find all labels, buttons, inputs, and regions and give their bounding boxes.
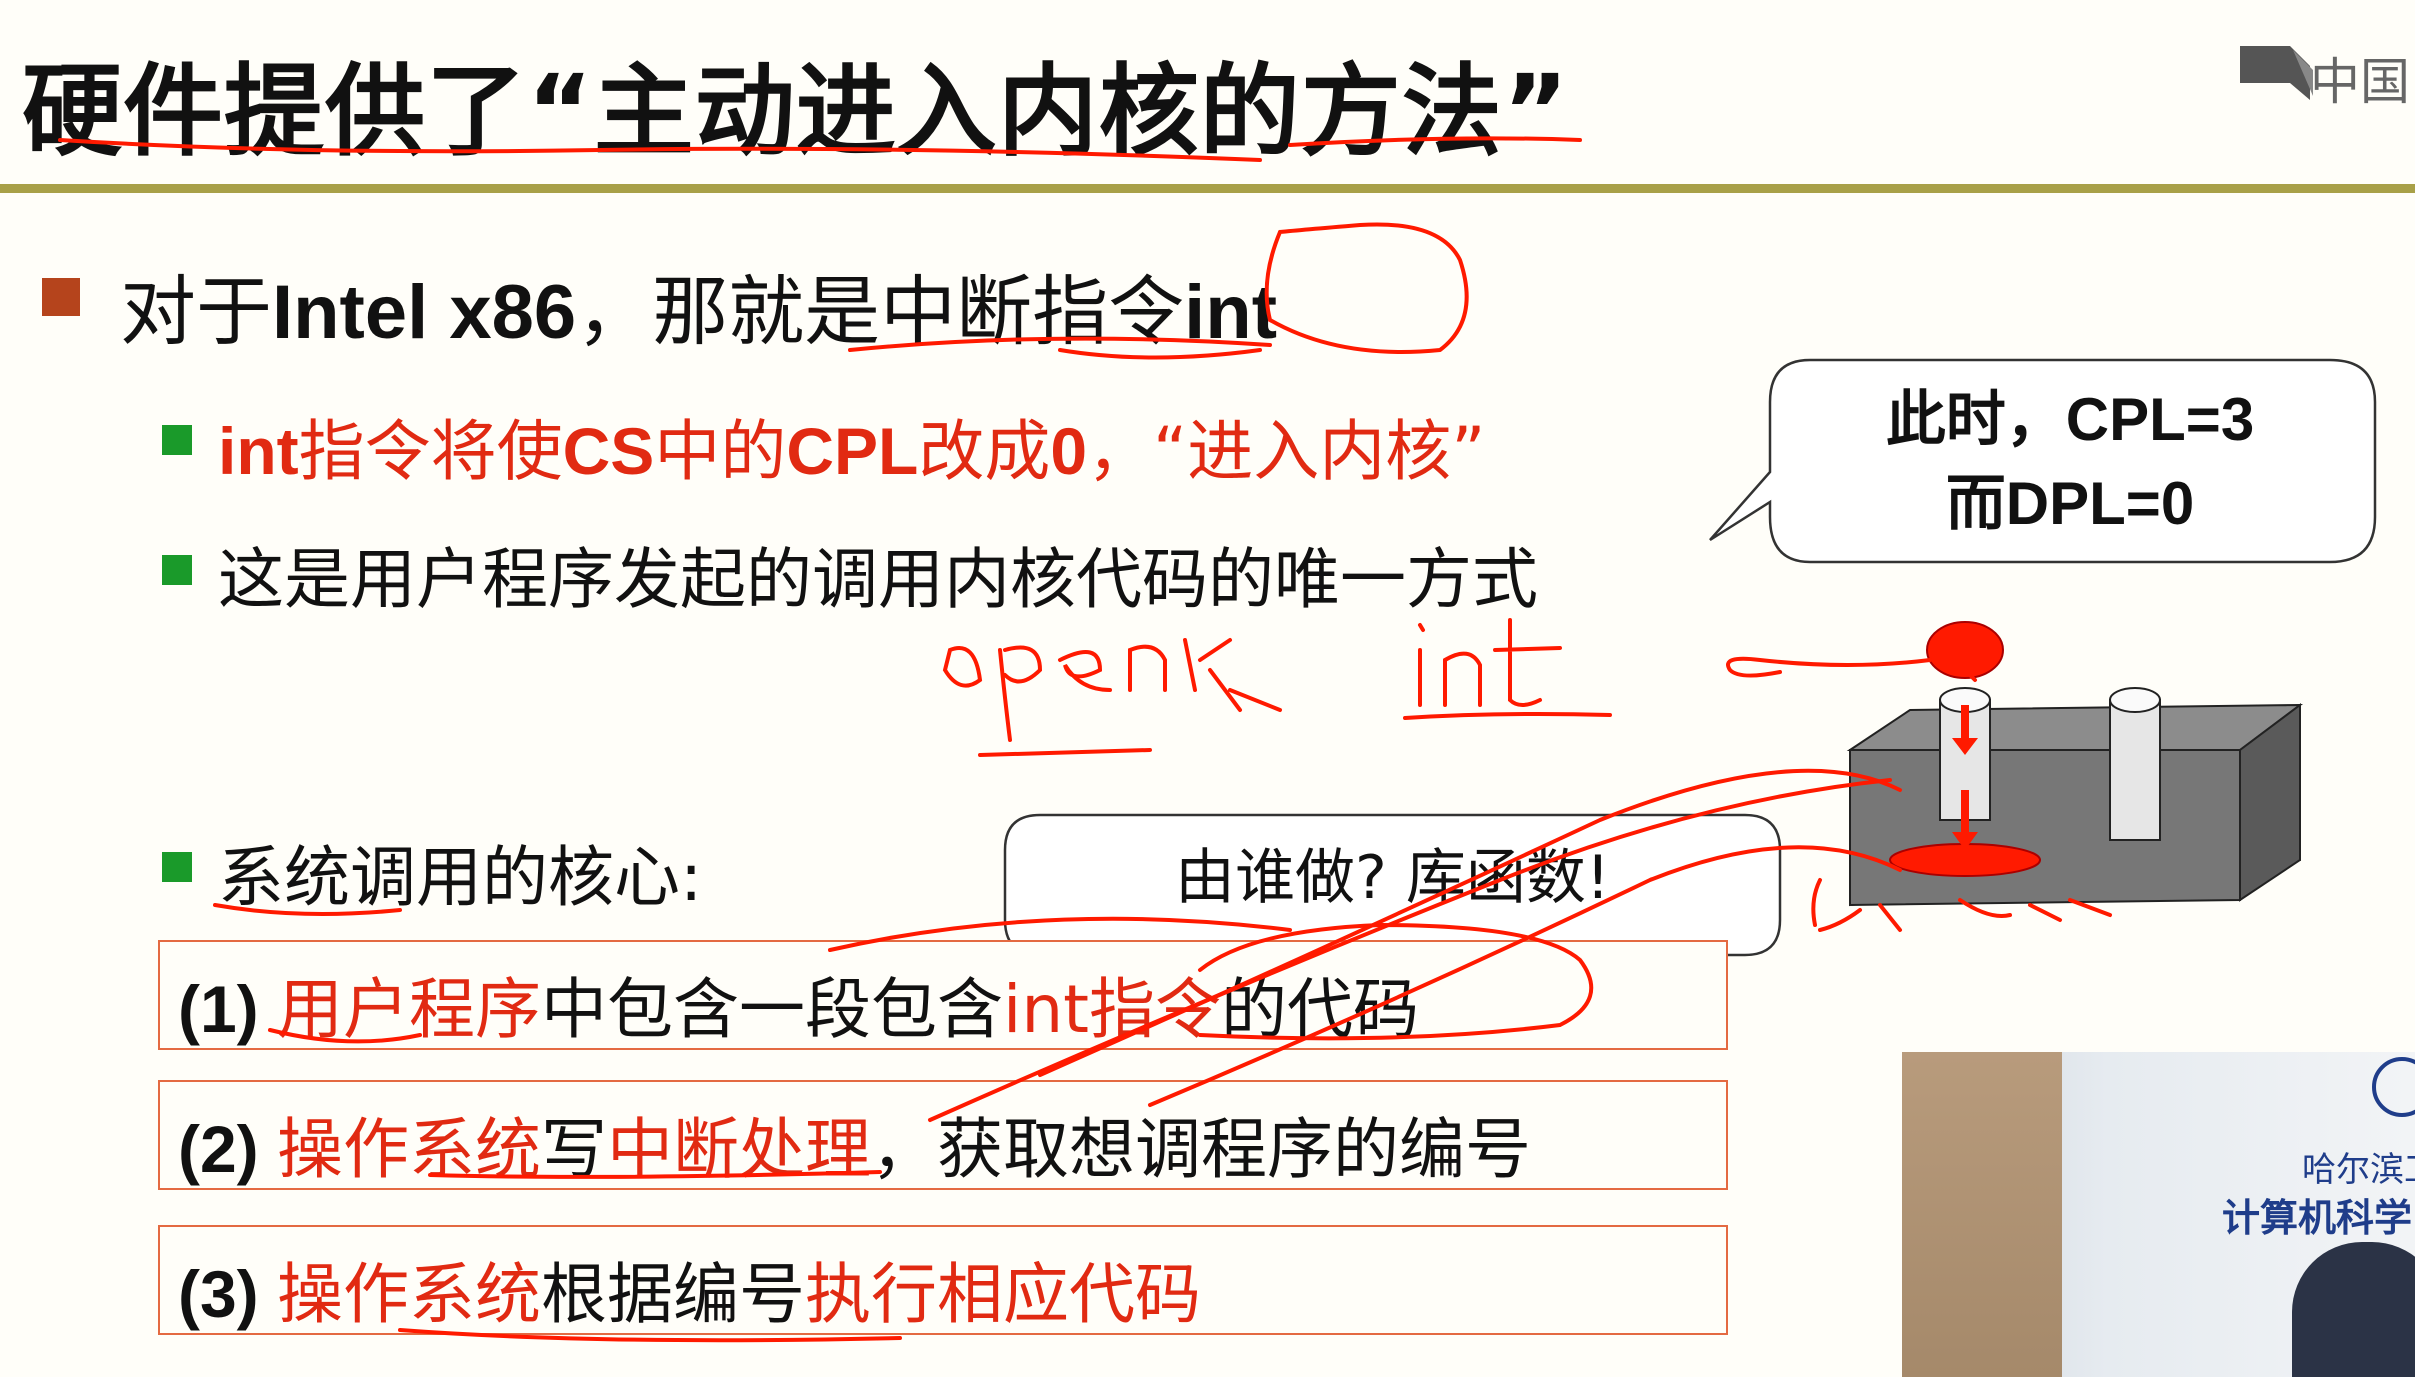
sub1-seg4: 中的	[654, 413, 787, 490]
step-2-text: (2) 操作系统写中断处理，获取想调程序的编号	[178, 1096, 1531, 1192]
bullet1-int: int	[1184, 270, 1278, 355]
sub-bullet-core: 系统调用的核心:	[218, 839, 703, 916]
video-sign-line1: 哈尔滨工	[2302, 1150, 2415, 1190]
step-red-2: 中断处理	[607, 1111, 871, 1188]
step-black-1: 中包含一段包含	[541, 971, 1003, 1048]
university-emblem-icon	[2372, 1057, 2415, 1117]
slide-title: 硬件提供了“主动进入内核的方法”	[22, 53, 1570, 170]
sub-bullet-square	[162, 555, 192, 585]
video-sign-line2: 计算机科学	[2222, 1196, 2413, 1240]
step-red-1: 操作系统	[277, 1111, 541, 1188]
sub1-seg2: 指令将使	[298, 413, 563, 490]
step-3-text: (3) 操作系统根据编号执行相应代码	[178, 1241, 1201, 1337]
privilege-block-diagram	[1846, 621, 2304, 907]
callout-library-text: 由谁做? 库函数!	[1175, 843, 1610, 913]
callout-line2: 而DPL=0	[1945, 470, 2195, 537]
sub-bullet-only-way: 这是用户程序发起的调用内核代码的唯一方式	[218, 541, 1538, 618]
sub-bullet-cpl: int指令将使CS中的CPL改成0，“进入内核”	[218, 398, 1485, 494]
sub1-seg3: CS	[562, 414, 655, 488]
title-divider	[0, 184, 2415, 193]
video-door	[1902, 1052, 2062, 1377]
bullet1-intel: Intel x86	[272, 270, 577, 355]
sub1-seg7: 0	[1050, 414, 1088, 488]
step-1-text: (1) 用户程序中包含一段包含int指令的代码	[178, 956, 1419, 1052]
step-red-1: 操作系统	[277, 1256, 541, 1333]
step-black-1: 根据编号	[541, 1256, 805, 1333]
step-num: (3)	[178, 1257, 277, 1331]
step-num: (1)	[178, 972, 277, 1046]
sub1-seg5: CPL	[786, 414, 919, 488]
bullet1-suffix: ，那就是中断指令	[576, 267, 1185, 356]
step-red-1: 用户程序	[277, 971, 541, 1048]
sub1-seg8: ，“进入内核”	[1087, 413, 1486, 490]
logo-text: 中国	[2310, 53, 2410, 111]
step-black-2: 的代码	[1221, 971, 1420, 1048]
step-red-2: int指令	[1003, 971, 1222, 1048]
bullet1-prefix: 对于	[120, 267, 272, 356]
step-black-2: ，获取想调程序的编号	[871, 1111, 1531, 1188]
lecturer-video-inset: 哈尔滨工 计算机科学	[1902, 1052, 2415, 1377]
step-num: (2)	[178, 1112, 277, 1186]
callout-line1: 此时，CPL=3	[1885, 386, 2255, 453]
bullet-square	[42, 278, 80, 316]
sub-bullet-square	[162, 852, 192, 882]
sub1-seg6: 改成	[918, 413, 1051, 490]
step-black-1: 写	[541, 1111, 607, 1188]
bullet-intel-int: 对于Intel x86，那就是中断指令int	[120, 250, 1277, 360]
callout-cpl-text: 此时，CPL=3 而DPL=0	[1770, 378, 2370, 546]
step-red-2: 执行相应代码	[805, 1256, 1201, 1333]
sub1-seg1: int	[218, 414, 299, 488]
sub-bullet-square	[162, 425, 192, 455]
